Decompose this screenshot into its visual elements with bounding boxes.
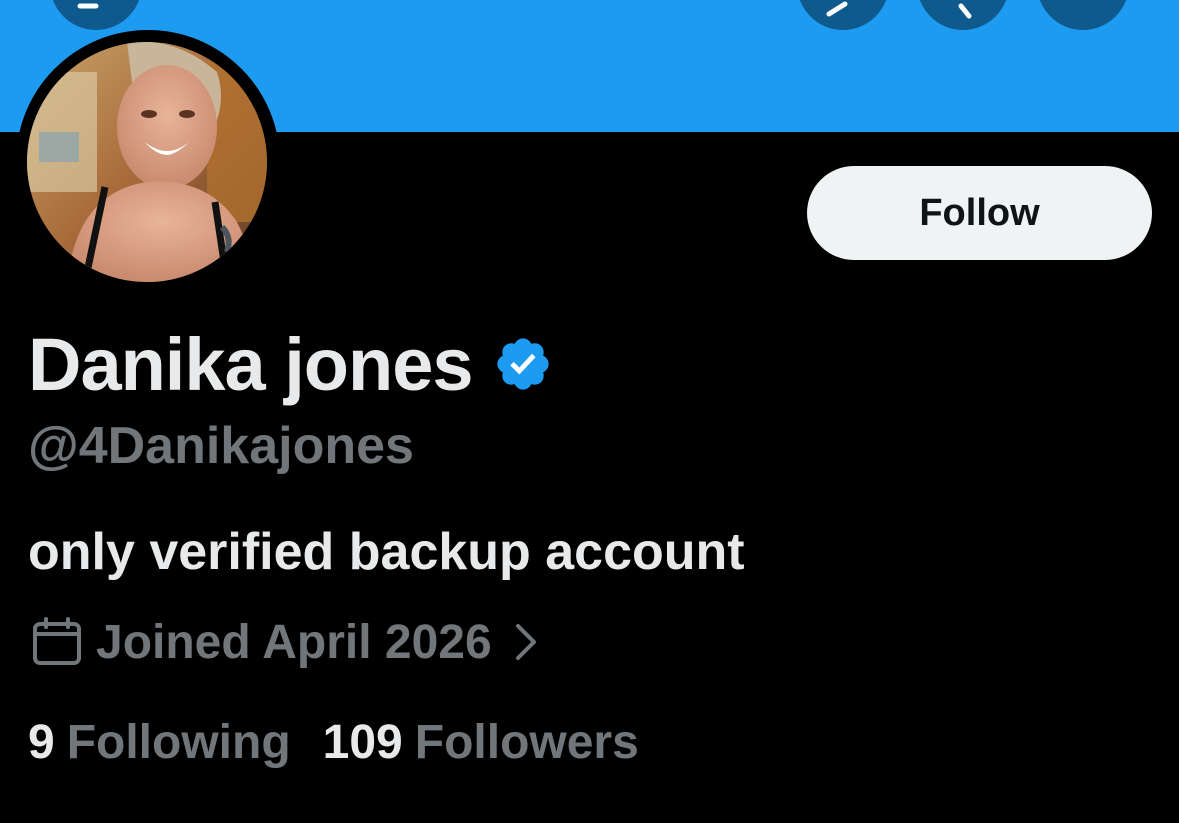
followers-stat[interactable]: 109 Followers: [323, 715, 639, 770]
joined-date: Joined April 2026: [96, 615, 492, 669]
calendar-icon: [33, 617, 81, 665]
avatar-photo: [27, 42, 267, 282]
following-stat[interactable]: 9 Following: [28, 715, 291, 770]
grok-icon: [826, 1, 848, 17]
avatar[interactable]: [27, 42, 267, 282]
search-icon: [958, 3, 972, 19]
followers-count: 109: [322, 715, 403, 769]
chevron-right-icon[interactable]: [514, 622, 538, 662]
profile-bio: only verified backup account: [28, 523, 745, 581]
display-name: Danika jones: [28, 322, 474, 406]
name-row: Danika jones: [28, 322, 553, 406]
follow-button[interactable]: Follow: [807, 166, 1152, 260]
more-icon: [1063, 0, 1103, 22]
joined-row[interactable]: Joined April 2026: [32, 610, 538, 674]
follow-stats: 9 Following 109 Followers: [28, 710, 639, 774]
profile-handle: @4Danikajones: [28, 417, 414, 475]
followers-label: Followers: [414, 715, 639, 769]
verified-badge-icon[interactable]: [493, 334, 553, 394]
following-label: Following: [66, 715, 291, 769]
back-arrow-icon: [77, 3, 99, 9]
following-count: 9: [28, 715, 55, 769]
